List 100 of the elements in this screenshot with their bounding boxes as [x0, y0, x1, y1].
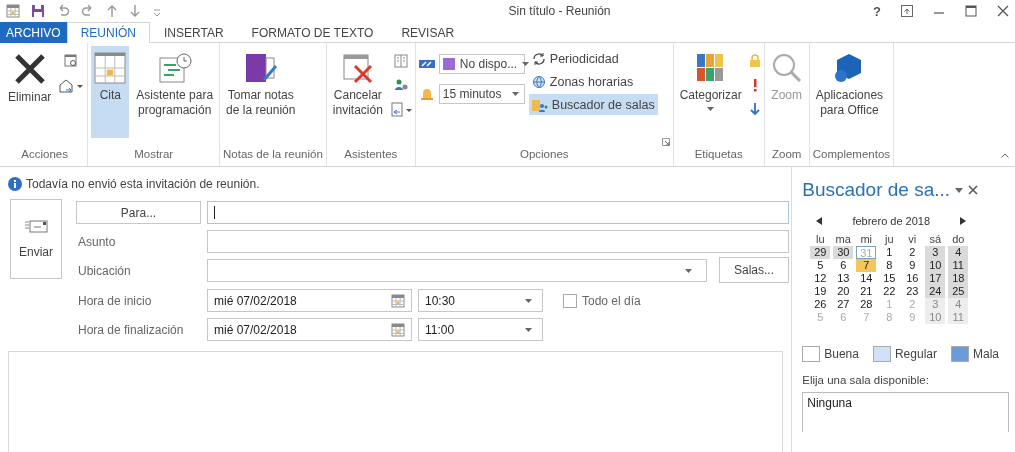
start-time-field[interactable]: 10:30	[418, 289, 543, 312]
calendar-day[interactable]: 5	[810, 259, 831, 272]
calendar-day[interactable]: 10	[925, 259, 946, 272]
location-field[interactable]	[207, 259, 707, 282]
calendar-day[interactable]: 19	[810, 285, 831, 298]
status-bars-icon	[418, 58, 435, 70]
location-label: Ubicación	[77, 264, 132, 278]
close-icon[interactable]	[968, 185, 979, 195]
rooms-button[interactable]: Salas...	[719, 257, 789, 283]
recurrence-button[interactable]: Periodicidad	[528, 48, 658, 69]
globe-icon	[531, 74, 546, 89]
legend-label: Regular	[894, 347, 937, 361]
people-icon[interactable]	[393, 78, 408, 92]
calendar-day[interactable]: 18	[948, 272, 969, 285]
calendar-day[interactable]: 24	[925, 285, 946, 298]
month-title: febrero de 2018	[852, 215, 931, 227]
end-label: Hora de finalización	[77, 322, 185, 337]
dialog-launcher-icon[interactable]	[661, 138, 670, 146]
meeting-notes-button[interactable]: Tomar notas de la reunión	[223, 46, 299, 138]
cancel-invitation-button[interactable]: Cancelar invitación	[329, 46, 386, 138]
calendar-search-icon[interactable]	[64, 54, 79, 68]
office-apps-button[interactable]: Aplicaciones para Office	[812, 46, 887, 138]
start-date-field[interactable]: mié 07/02/2018	[207, 289, 412, 312]
next-month-icon[interactable]	[960, 217, 967, 225]
room-item[interactable]: Ninguna	[807, 396, 1004, 410]
calendar-day[interactable]: 25	[948, 285, 969, 298]
delete-x-icon	[12, 52, 47, 86]
group-label: Zoom	[771, 148, 803, 162]
reminder-dropdown[interactable]: 15 minutos	[438, 84, 525, 104]
calendar-day[interactable]: 28	[856, 298, 877, 311]
calendar-day[interactable]: 4	[948, 246, 969, 259]
notebook-pen-icon	[243, 52, 278, 84]
calendar-day[interactable]: 22	[879, 285, 900, 298]
down-arrow-icon[interactable]	[129, 4, 141, 18]
calendar-day[interactable]: 23	[902, 285, 923, 298]
exclamation-icon[interactable]	[751, 78, 758, 92]
legend-label: Buena	[824, 347, 859, 361]
ribbon-tab[interactable]: REUNIÓN	[66, 22, 151, 43]
calendar-day[interactable]: 6	[833, 259, 854, 272]
calendar-day[interactable]: 12	[810, 272, 831, 285]
calendar-day[interactable]: 3	[925, 246, 946, 259]
room-finder-button[interactable]: Buscador de salas	[528, 94, 658, 115]
response-options-icon[interactable]	[389, 102, 412, 118]
ribbon-tab[interactable]: REVISAR	[387, 22, 469, 43]
room-people-icon	[531, 97, 548, 112]
send-button[interactable]: Enviar	[10, 199, 62, 279]
delete-button[interactable]: Eliminar	[5, 46, 55, 138]
close-icon[interactable]	[997, 5, 1009, 17]
up-arrow-icon[interactable]	[106, 4, 118, 18]
room-list[interactable]: Ninguna	[802, 392, 1009, 432]
end-date-field[interactable]: mié 07/02/2018	[207, 318, 412, 341]
appointment-button[interactable]: Cita	[91, 46, 130, 138]
ribbon-tab[interactable]: FORMATO DE TEXTO	[237, 22, 388, 43]
to-field[interactable]	[207, 201, 789, 224]
calendar-day[interactable]: 21	[856, 285, 877, 298]
ribbon-display-icon[interactable]	[901, 5, 913, 17]
all-day-checkbox[interactable]: Todo el día	[563, 293, 641, 308]
calendar-day[interactable]: 16	[902, 272, 923, 285]
categorize-button[interactable]: Categorizar	[676, 46, 745, 138]
calendar-day[interactable]: 30	[833, 246, 854, 259]
weekday-label: vi	[907, 233, 918, 246]
calendar-day[interactable]: 26	[810, 298, 831, 311]
calendar-day[interactable]: 7	[856, 259, 877, 272]
calendar-day[interactable]: 20	[833, 285, 854, 298]
weekday-label: ma	[834, 233, 852, 246]
cycle-arrows-icon	[531, 51, 546, 66]
calendar-day[interactable]: 1	[879, 246, 900, 259]
help-button[interactable]: ?	[873, 3, 881, 19]
calendar-icon	[6, 4, 20, 18]
group-label: Acciones	[20, 148, 69, 162]
info-message: Todavía no envió esta invitación de reunión.	[26, 177, 260, 191]
calendar-day[interactable]: 2	[902, 246, 923, 259]
calendar-day[interactable]: 13	[833, 272, 854, 285]
calendar-day[interactable]: 11	[948, 259, 969, 272]
address-book-icon[interactable]	[393, 54, 408, 68]
calendar-day[interactable]: 27	[833, 298, 854, 311]
window-title: Sin título - Reunión	[507, 4, 612, 18]
file-tab[interactable]: ARCHIVO	[0, 22, 67, 43]
time-zones-button[interactable]: Zonas horarias	[528, 71, 658, 92]
calendar-day[interactable]: 17	[925, 272, 946, 285]
scheduling-icon	[157, 52, 192, 84]
maximize-icon[interactable]	[965, 5, 977, 17]
scheduling-assistant-button[interactable]: Asistente para programación	[133, 46, 217, 138]
calendar-day[interactable]: 9	[902, 259, 923, 272]
calendar-day[interactable]: 14	[856, 272, 877, 285]
group-label: Notas de la reunión	[223, 148, 323, 162]
subject-field[interactable]	[207, 230, 789, 253]
ribbon-tab[interactable]: INSERTAR	[150, 22, 238, 43]
calendar-day[interactable]: 29	[810, 246, 831, 259]
group-label: Etiquetas	[693, 148, 744, 162]
calendar-day[interactable]: 15	[879, 272, 900, 285]
down-arrow-icon[interactable]	[749, 102, 760, 116]
message-body-field[interactable]	[8, 351, 784, 452]
text-cursor	[214, 206, 215, 219]
collapse-ribbon-icon[interactable]	[1001, 153, 1009, 158]
group-label: Complementos	[812, 148, 891, 162]
end-time-field[interactable]: 11:00	[418, 318, 543, 341]
calendar-day[interactable]: 8	[879, 259, 900, 272]
to-button[interactable]: Para...	[76, 201, 201, 224]
previous-month-icon[interactable]	[816, 217, 823, 225]
